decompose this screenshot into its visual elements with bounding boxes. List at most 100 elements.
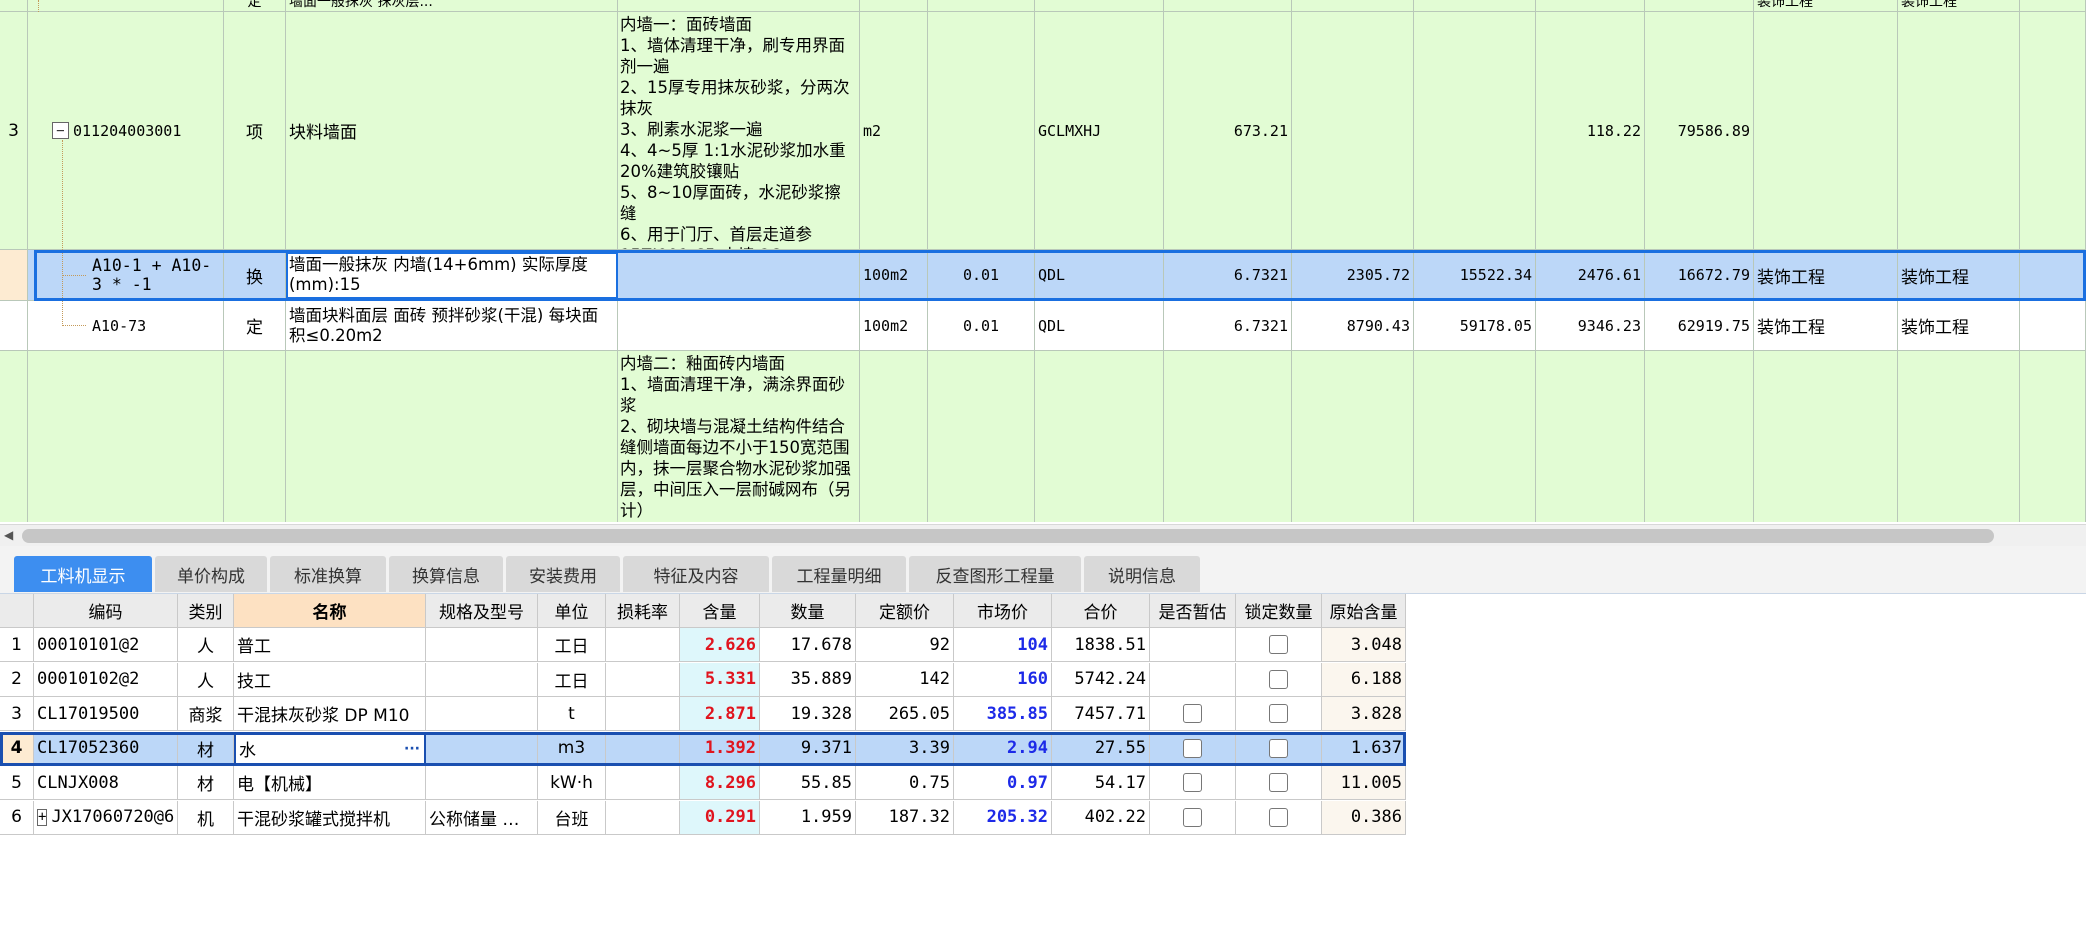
tab-unit-price-composition[interactable]: 单价构成 [155, 556, 267, 592]
resource-cell-total: 402.22 [1052, 800, 1150, 835]
tab-description-info[interactable]: 说明信息 [1084, 556, 1200, 592]
tab-conversion-info[interactable]: 换算信息 [389, 556, 503, 592]
resource-cell-name: 电【机械】 [234, 766, 426, 800]
resource-cell-idx: 3 [0, 697, 34, 731]
col-header-spec[interactable]: 规格及型号 [426, 594, 538, 628]
row-content-cell: 0.01 [928, 301, 1035, 351]
lock-quantity-checkbox[interactable] [1269, 738, 1288, 758]
tab-standard-conversion[interactable]: 标准换算 [270, 556, 386, 592]
lock-quantity-checkbox[interactable] [1269, 704, 1288, 723]
resource-cell-market: 160 [954, 662, 1052, 697]
lock-quantity-checkbox[interactable] [1269, 635, 1288, 654]
resource-cell-code: 00010102@2 [34, 662, 178, 697]
resource-cell-spec [426, 697, 538, 731]
resource-cell-qty: 35.889 [760, 662, 856, 697]
horizontal-scrollbar[interactable]: ◀ [0, 524, 2086, 546]
row-quantity-cell: 6.7321 [1164, 301, 1292, 351]
resource-cell-name: 普工 [234, 628, 426, 662]
resource-cell-content: 0.291 [680, 800, 760, 835]
row-name-cell: 墙面块料面层 面砖 预拌砂浆(干混) 每块面积≤0.20m2 [286, 301, 618, 351]
col-header-original-content[interactable]: 原始含量 [1322, 594, 1406, 628]
grid-row-next-item[interactable]: 内墙二：釉面砖内墙面 1、墙面清理干净，满涂界面砂浆 2、砌块墙与混凝土结构件结… [0, 351, 2086, 522]
row-major-cell: 装饰工程 [1754, 301, 1898, 351]
col-header-category[interactable]: 类别 [178, 594, 234, 628]
grid-row-partial[interactable]: 定 墙面一般抹灰 抹灰层... 装饰工程 装饰工程 [0, 0, 2086, 12]
row-name-editor[interactable]: 墙面一般抹灰 内墙(14+6mm) 实际厚度(mm):15 [286, 250, 618, 301]
resource-cell-orig: 0.386 [1322, 800, 1406, 835]
col-header-lock-qty[interactable]: 锁定数量 [1236, 594, 1322, 628]
col-header-code[interactable]: 编码 [34, 594, 178, 628]
resource-cell-unit: 台班 [538, 800, 606, 835]
tree-line [62, 140, 63, 326]
resource-cell-quota: 265.05 [856, 697, 954, 731]
resource-cell-idx: 1 [0, 628, 34, 662]
collapse-icon[interactable]: − [52, 122, 69, 139]
resource-cell-code: + JX17060720@6 [34, 800, 178, 835]
provisional-checkbox[interactable] [1183, 704, 1202, 723]
row-unit-price2-cell: 2476.61 [1536, 250, 1645, 301]
scrollbar-thumb[interactable] [22, 529, 1994, 543]
row-type-cell: 项 [224, 12, 286, 250]
tab-features-content[interactable]: 特征及内容 [623, 556, 769, 592]
resource-row[interactable]: 1 00010101@2 人普工 工日 2.626 17.678 92 104 1838.51 3… [0, 628, 1406, 662]
col-header-unit[interactable]: 单位 [538, 594, 606, 628]
resource-cell-spec [426, 731, 538, 766]
resource-cell-content: 8.296 [680, 766, 760, 800]
tab-labor-material-machine[interactable]: 工料机显示 [14, 556, 152, 592]
resource-cell-idx: 2 [0, 662, 34, 697]
resource-cell-code: CL17019500 [34, 697, 178, 731]
row-discipline-cell: 装饰工程 [1898, 0, 2020, 12]
col-header-quota-price[interactable]: 定额价 [856, 594, 954, 628]
row-total2-cell: 16672.79 [1645, 250, 1754, 301]
more-options-icon[interactable]: ··· [404, 741, 420, 757]
resource-cell-loss [606, 766, 680, 800]
resource-cell-qty: 9.371 [760, 731, 856, 766]
resource-cell-idx: 6 [0, 800, 34, 835]
resource-row[interactable]: 3 CL17019500 商浆 干混抹灰砂浆 DP M10 t 2.871 19.328 26… [0, 697, 1406, 731]
grid-row-A10-73[interactable]: A10-73 定 墙面块料面层 面砖 预拌砂浆(干混) 每块面积≤0.20m2 … [0, 301, 2086, 351]
resource-cell-unit: t [538, 697, 606, 731]
resource-grid[interactable]: 编码 类别 名称 规格及型号 单位 损耗率 含量 数量 定额价 市场价 合价 是… [0, 594, 2086, 948]
col-header-quantity[interactable]: 数量 [760, 594, 856, 628]
detail-tab-bar: 工料机显示 单价构成 标准换算 换算信息 安装费用 特征及内容 工程量明细 反查… [0, 546, 2086, 594]
resource-cell-loss [606, 731, 680, 766]
tab-quantity-detail[interactable]: 工程量明细 [772, 556, 906, 592]
tab-installation-fee[interactable]: 安装费用 [506, 556, 620, 592]
provisional-checkbox[interactable] [1183, 773, 1202, 792]
resource-name-editor[interactable]: 水 ··· [234, 731, 426, 766]
resource-row[interactable]: 2 00010102@2 人技工 工日 5.331 35.889 142 160 5742.24… [0, 662, 1406, 697]
resource-cell-total: 5742.24 [1052, 662, 1150, 697]
resource-cell-name: 干混抹灰砂浆 DP M10 [234, 697, 426, 731]
resource-row[interactable]: 4 CL17052360 材水 ··· m3 1.392 9.371 3.39 2.94 27.5… [0, 731, 1406, 766]
scroll-left-arrow-icon[interactable]: ◀ [4, 528, 13, 542]
row-major-cell: 装饰工程 [1754, 0, 1898, 12]
resource-cell-qty: 55.85 [760, 766, 856, 800]
col-header-name[interactable]: 名称 [234, 594, 426, 628]
provisional-checkbox[interactable] [1183, 807, 1202, 827]
provisional-checkbox[interactable] [1183, 738, 1202, 758]
grid-row-011204003001[interactable]: 3 − 011204003001 项 块料墙面 内墙一：面砖墙面 1、墙体清理干… [0, 12, 2086, 250]
resource-cell-prov [1150, 662, 1236, 697]
row-total-cell: 59178.05 [1414, 301, 1536, 351]
resource-cell-content: 5.331 [680, 662, 760, 697]
col-header-content[interactable]: 含量 [680, 594, 760, 628]
col-header-loss-rate[interactable]: 损耗率 [606, 594, 680, 628]
row-name-cell: 块料墙面 [286, 12, 618, 250]
row-unit-price-cell: 2305.72 [1292, 250, 1414, 301]
items-grid[interactable]: 定 墙面一般抹灰 抹灰层... 装饰工程 装饰工程 3 − 0112040030… [0, 0, 2086, 522]
resource-cell-name: 技工 [234, 662, 426, 697]
row-index: 3 [0, 12, 28, 250]
resource-row[interactable]: 6 + JX17060720@6 机干混砂浆罐式搅拌机 公称储量 … 台班 0.291 1.9… [0, 800, 1406, 835]
row-discipline-cell: 装饰工程 [1898, 250, 2020, 301]
expand-icon[interactable]: + [37, 808, 48, 826]
col-header-market-price[interactable]: 市场价 [954, 594, 1052, 628]
col-header-total[interactable]: 合价 [1052, 594, 1150, 628]
col-header-provisional[interactable]: 是否暂估 [1150, 594, 1236, 628]
resource-cell-orig: 3.048 [1322, 628, 1406, 662]
grid-row-A10-1[interactable]: A10-1 + A10-3 * -1 换 墙面一般抹灰 内墙(14+6mm) 实… [0, 250, 2086, 301]
lock-quantity-checkbox[interactable] [1269, 669, 1288, 689]
lock-quantity-checkbox[interactable] [1269, 773, 1288, 792]
resource-row[interactable]: 5 CLNJX008 材电【机械】 kW·h 8.296 55.85 0.75 0.97 54.… [0, 766, 1406, 800]
lock-quantity-checkbox[interactable] [1269, 807, 1288, 827]
tab-reverse-check-quantity[interactable]: 反查图形工程量 [909, 556, 1081, 592]
